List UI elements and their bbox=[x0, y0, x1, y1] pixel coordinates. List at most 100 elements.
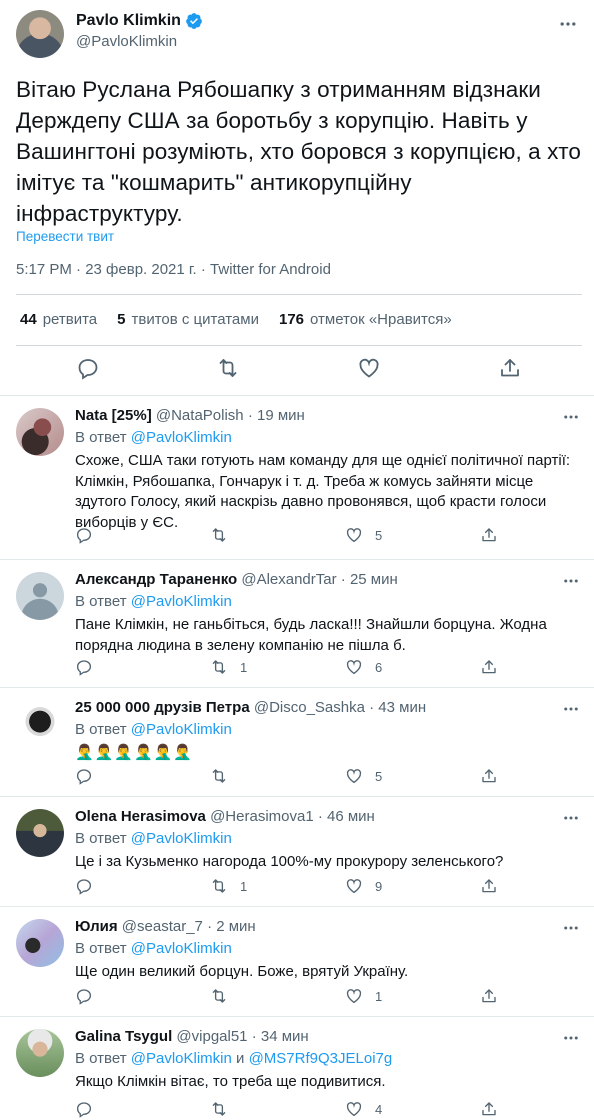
like-icon[interactable] bbox=[345, 877, 363, 895]
reply-action-like[interactable]: 4 bbox=[345, 1100, 382, 1118]
reply-tweet[interactable]: Olena Herasimova @Herasimova1 · 46 мин В … bbox=[0, 796, 594, 906]
reply-author-name[interactable]: Nata [25%] bbox=[75, 407, 152, 424]
retweet-icon[interactable] bbox=[210, 877, 228, 895]
reply-icon[interactable] bbox=[75, 767, 93, 785]
reply-action-reply[interactable] bbox=[75, 987, 105, 1005]
retweet-icon[interactable] bbox=[210, 1100, 228, 1118]
reply-to-mention[interactable]: @PavloKlimkin bbox=[131, 1050, 232, 1067]
reply-to-mention[interactable]: @PavloKlimkin bbox=[131, 429, 232, 446]
retweet-icon[interactable] bbox=[210, 987, 228, 1005]
reply-author-handle[interactable]: @vipgal51 bbox=[176, 1028, 247, 1045]
reply-action-share[interactable] bbox=[480, 767, 498, 785]
reply-action-like[interactable]: 6 bbox=[345, 658, 382, 676]
reply-icon[interactable] bbox=[75, 658, 93, 676]
reply-time[interactable]: · 25 мин bbox=[341, 571, 398, 588]
reply-time[interactable]: · 2 мин bbox=[207, 918, 256, 935]
reply-to-mention[interactable]: @PavloKlimkin bbox=[131, 593, 232, 610]
reply-action-retweet[interactable] bbox=[210, 987, 240, 1005]
reply-time[interactable]: · 19 мин bbox=[248, 407, 305, 424]
reply-to-mention[interactable]: @PavloKlimkin bbox=[131, 940, 232, 957]
reply-author-handle[interactable]: @seastar_7 bbox=[122, 918, 203, 935]
share-icon[interactable] bbox=[480, 767, 498, 785]
reply-icon[interactable] bbox=[75, 987, 93, 1005]
reply-action-reply[interactable] bbox=[75, 526, 105, 544]
share-icon[interactable] bbox=[480, 987, 498, 1005]
reply-tweet[interactable]: Galina Tsygul @vipgal51 · 34 мин В ответ … bbox=[0, 1016, 594, 1120]
reply-action-like[interactable]: 1 bbox=[345, 987, 382, 1005]
reply-action-reply[interactable] bbox=[75, 767, 105, 785]
like-icon[interactable] bbox=[345, 1100, 363, 1118]
reply-tweet[interactable]: Александр Тараненко @AlexandrTar · 25 ми… bbox=[0, 559, 594, 687]
retweet-icon[interactable] bbox=[216, 356, 240, 380]
author-handle[interactable]: @PavloKlimkin bbox=[76, 33, 177, 50]
retweet-icon[interactable] bbox=[210, 767, 228, 785]
more-options-icon[interactable] bbox=[562, 408, 580, 426]
reply-action-retweet[interactable]: 1 bbox=[210, 877, 247, 895]
reply-action-retweet[interactable] bbox=[210, 1100, 240, 1118]
reply-time[interactable]: · 34 мин bbox=[252, 1028, 309, 1045]
reply-tweet[interactable]: 25 000 000 друзів Петра @Disco_Sashka · … bbox=[0, 687, 594, 796]
more-options-icon[interactable] bbox=[562, 572, 580, 590]
more-options-icon[interactable] bbox=[562, 809, 580, 827]
like-icon[interactable] bbox=[357, 356, 381, 380]
reply-author-handle[interactable]: @Disco_Sashka bbox=[254, 699, 365, 716]
more-options-icon[interactable] bbox=[558, 14, 578, 34]
share-icon[interactable] bbox=[480, 658, 498, 676]
reply-action-like[interactable]: 5 bbox=[345, 767, 382, 785]
avatar[interactable] bbox=[16, 1029, 64, 1077]
reply-action-share[interactable] bbox=[480, 987, 498, 1005]
reply-action-reply[interactable] bbox=[75, 1100, 105, 1118]
translate-link[interactable]: Перевести твит bbox=[16, 229, 114, 244]
reply-action-retweet[interactable] bbox=[210, 767, 240, 785]
reply-icon[interactable] bbox=[75, 877, 93, 895]
share-icon[interactable] bbox=[480, 1100, 498, 1118]
likes-stat[interactable]: 176 отметок «Нравится» bbox=[279, 311, 452, 328]
avatar[interactable] bbox=[16, 809, 64, 857]
like-icon[interactable] bbox=[345, 526, 363, 544]
reply-time[interactable]: · 43 мин bbox=[369, 699, 426, 716]
like-icon[interactable] bbox=[345, 658, 363, 676]
more-options-icon[interactable] bbox=[562, 919, 580, 937]
quotes-stat[interactable]: 5 твитов с цитатами bbox=[117, 311, 259, 328]
reply-action-share[interactable] bbox=[480, 1100, 498, 1118]
reply-author-name[interactable]: Александр Тараненко bbox=[75, 571, 237, 588]
avatar[interactable] bbox=[16, 408, 64, 456]
reply-action-like[interactable]: 5 bbox=[345, 526, 382, 544]
reply-time[interactable]: · 46 мин bbox=[318, 808, 375, 825]
reply-icon[interactable] bbox=[76, 356, 100, 380]
reply-action-share[interactable] bbox=[480, 526, 498, 544]
share-icon[interactable] bbox=[480, 877, 498, 895]
retweet-icon[interactable] bbox=[210, 658, 228, 676]
reply-action-share[interactable] bbox=[480, 877, 498, 895]
retweets-stat[interactable]: 44 ретвита bbox=[20, 311, 97, 328]
more-options-icon[interactable] bbox=[562, 1029, 580, 1047]
reply-action-reply[interactable] bbox=[75, 658, 105, 676]
like-icon[interactable] bbox=[345, 987, 363, 1005]
avatar[interactable] bbox=[16, 919, 64, 967]
avatar[interactable] bbox=[16, 10, 64, 58]
share-icon[interactable] bbox=[480, 526, 498, 544]
avatar[interactable] bbox=[16, 572, 64, 620]
reply-author-handle[interactable]: @NataPolish bbox=[156, 407, 244, 424]
reply-author-name[interactable]: 25 000 000 друзів Петра bbox=[75, 699, 250, 716]
reply-author-handle[interactable]: @Herasimova1 bbox=[210, 808, 314, 825]
reply-to-mention[interactable]: @PavloKlimkin bbox=[131, 721, 232, 738]
avatar[interactable] bbox=[16, 700, 64, 748]
author-name-label[interactable]: Pavlo Klimkin bbox=[76, 12, 181, 30]
tweet-meta[interactable]: 5:17 PM · 23 февр. 2021 г. · Twitter for… bbox=[16, 261, 331, 278]
retweet-icon[interactable] bbox=[210, 526, 228, 544]
reply-author-name[interactable]: Юлия bbox=[75, 918, 118, 935]
reply-to-mention[interactable]: @MS7Rf9Q3JELoi7g bbox=[249, 1050, 393, 1067]
reply-author-handle[interactable]: @AlexandrTar bbox=[241, 571, 336, 588]
reply-tweet[interactable]: Nata [25%] @NataPolish · 19 мин В ответ @… bbox=[0, 395, 594, 559]
author-name[interactable]: Pavlo Klimkin bbox=[76, 12, 203, 30]
reply-tweet[interactable]: Юлия @seastar_7 · 2 мин В ответ @PavloKli… bbox=[0, 906, 594, 1016]
reply-action-retweet[interactable] bbox=[210, 526, 240, 544]
reply-icon[interactable] bbox=[75, 526, 93, 544]
reply-to-mention[interactable]: @PavloKlimkin bbox=[131, 830, 232, 847]
share-icon[interactable] bbox=[498, 356, 522, 380]
reply-action-like[interactable]: 9 bbox=[345, 877, 382, 895]
reply-action-share[interactable] bbox=[480, 658, 498, 676]
reply-action-reply[interactable] bbox=[75, 877, 105, 895]
reply-author-name[interactable]: Galina Tsygul bbox=[75, 1028, 172, 1045]
